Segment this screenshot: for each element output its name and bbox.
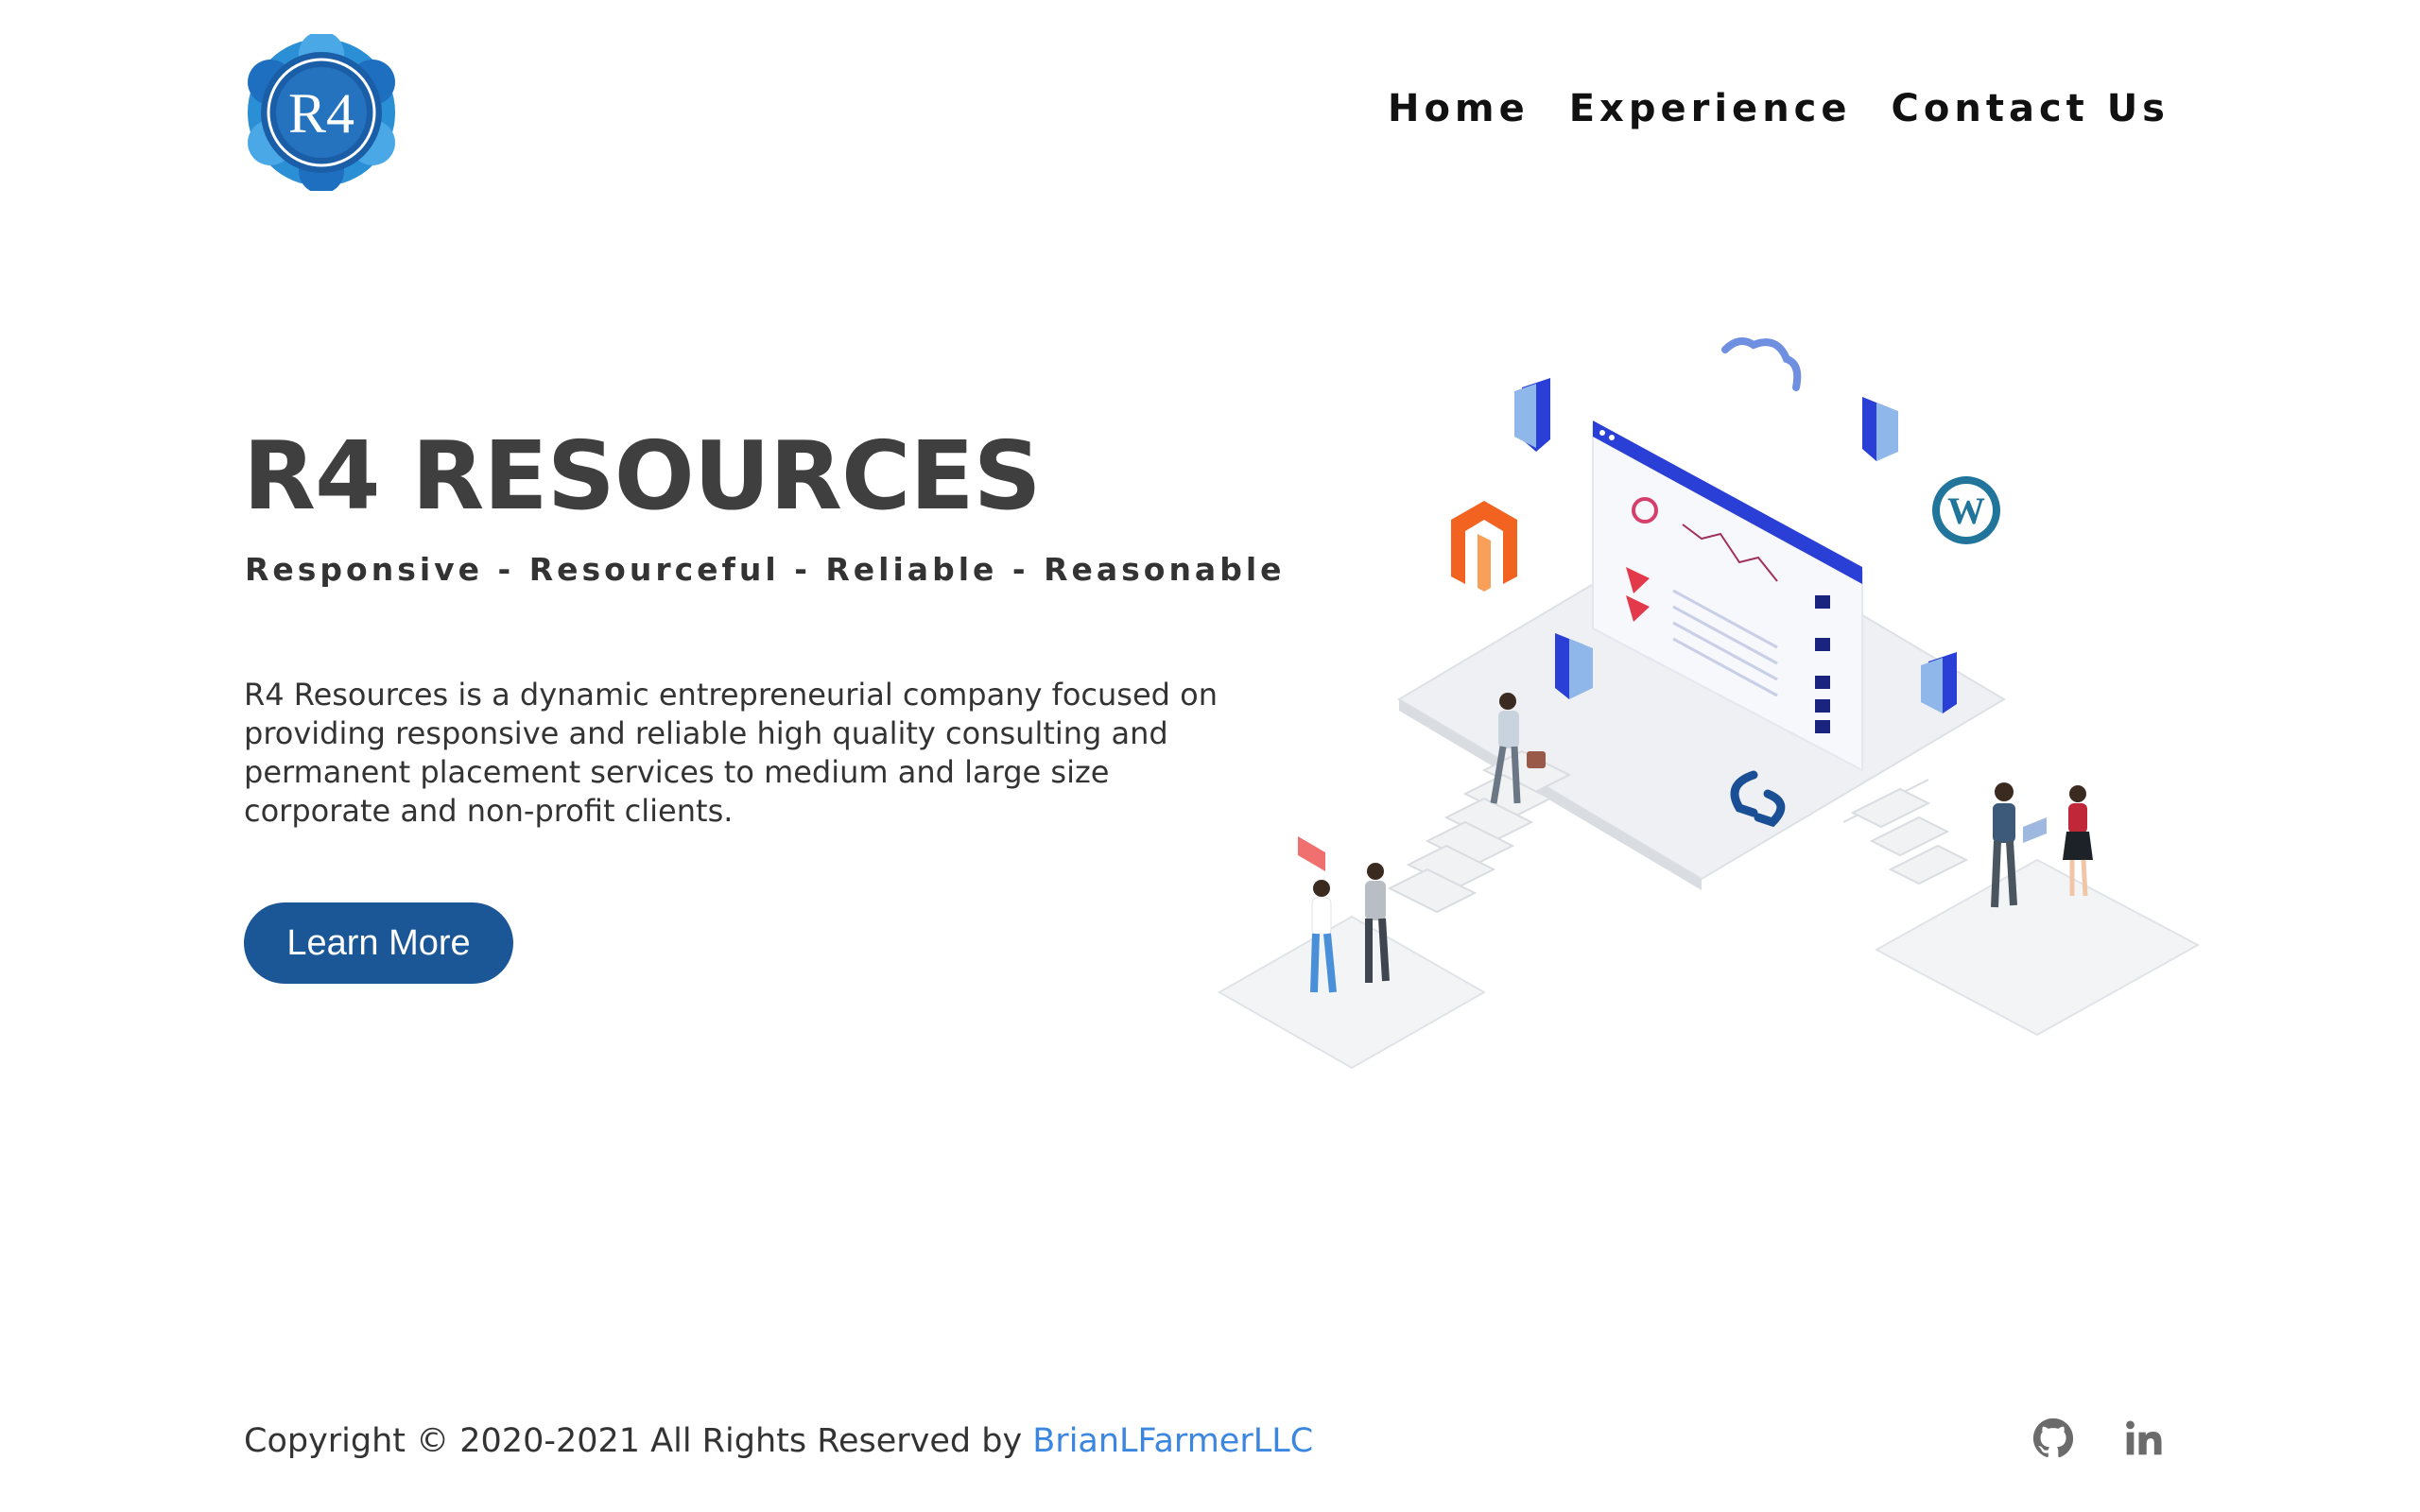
magento-icon — [1451, 501, 1517, 592]
main-nav: Home Experience Contact Us — [1388, 87, 2169, 130]
logo-text: R4 — [288, 82, 354, 145]
wordpress-icon: W — [1932, 476, 2000, 544]
shield-icon — [1514, 378, 1550, 452]
linkedin-icon[interactable] — [2123, 1418, 2165, 1459]
left-platform — [1217, 915, 1487, 1070]
nav-contact-link[interactable]: Contact Us — [1892, 87, 2169, 130]
hero-title: R4 RESOURCES — [243, 421, 1042, 531]
right-platform — [1874, 858, 2201, 1037]
right-steps — [1842, 779, 1969, 885]
shield-icon — [1862, 397, 1898, 461]
github-icon[interactable] — [2032, 1418, 2074, 1459]
hero-tagline: Responsive - Resourceful - Reliable - Re… — [245, 551, 1286, 588]
social-links — [2032, 1418, 2165, 1459]
left-steps — [1387, 749, 1572, 914]
copyright-text: Copyright © 2020-2021 All Rights Reserve… — [244, 1422, 1033, 1460]
hero-description: R4 Resources is a dynamic entrepreneuria… — [244, 677, 1218, 829]
footer-copyright: Copyright © 2020-2021 All Rights Reserve… — [244, 1422, 1313, 1460]
learn-more-button[interactable]: Learn More — [244, 902, 513, 984]
nav-home-link[interactable]: Home — [1388, 87, 1530, 130]
svg-text:W: W — [1947, 490, 1985, 532]
hero-illustration: W — [1210, 331, 2212, 1077]
nav-experience-link[interactable]: Experience — [1569, 87, 1852, 130]
cloud-icon — [1721, 337, 1802, 391]
r4-logo-icon[interactable]: R4 — [241, 31, 402, 194]
owner-link[interactable]: BrianLFarmerLLC — [1032, 1422, 1313, 1460]
